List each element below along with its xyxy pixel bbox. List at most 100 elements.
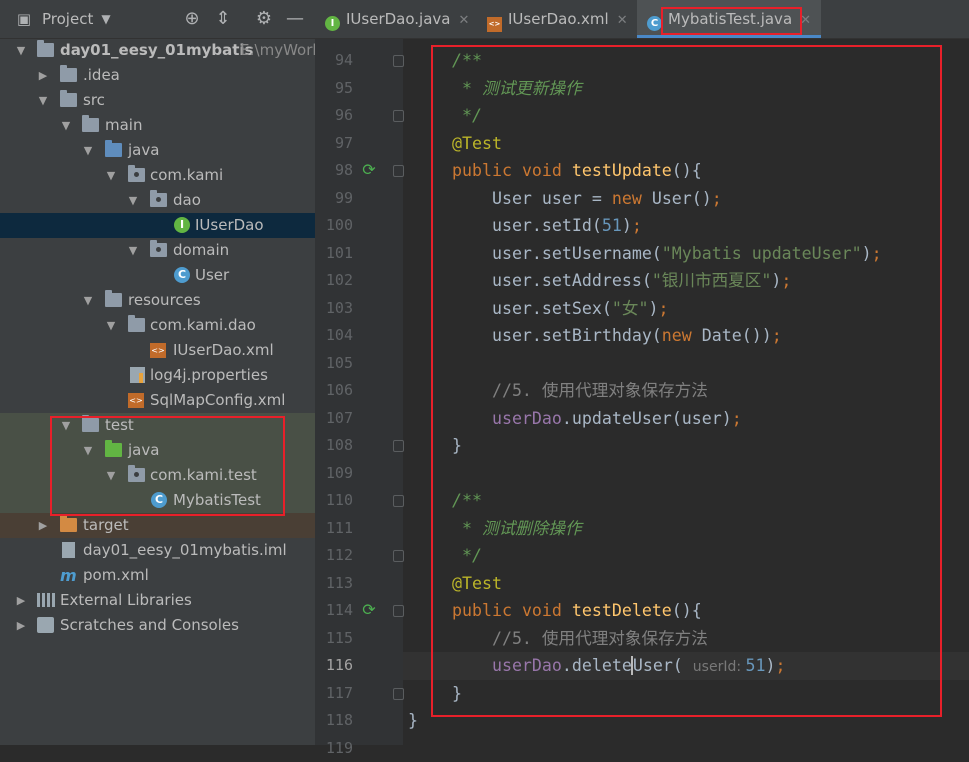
gear-icon[interactable]: ⚙ bbox=[254, 9, 274, 29]
code-line[interactable]: user.setUsername("Mybatis updateUser"); bbox=[452, 240, 882, 268]
chevron-down-icon[interactable]: ▼ bbox=[59, 413, 73, 438]
code-token: .delete bbox=[562, 656, 632, 675]
code-line[interactable]: //5. 使用代理对象保存方法 bbox=[452, 377, 708, 405]
code-line[interactable]: user.setBirthday(new Date()); bbox=[452, 322, 782, 350]
code-line[interactable]: * 测试更新操作 bbox=[452, 75, 582, 103]
code-line[interactable]: //5. 使用代理对象保存方法 bbox=[452, 625, 708, 653]
fold-marker-icon[interactable] bbox=[393, 440, 404, 452]
fold-marker-icon[interactable] bbox=[393, 688, 404, 700]
code-line[interactable]: } bbox=[408, 707, 418, 735]
tab-iuserdao-java[interactable]: IIUserDao.java✕ bbox=[325, 0, 469, 38]
tab-iuserdao-xml[interactable]: <>IUserDao.xml✕ bbox=[487, 0, 628, 38]
tree-item-external-libraries[interactable]: ▶ External Libraries bbox=[0, 588, 315, 613]
tree-item-domain[interactable]: ▼ domain bbox=[0, 238, 315, 263]
line-number: 102 bbox=[303, 267, 353, 295]
minimize-icon[interactable]: — bbox=[285, 9, 305, 29]
chevron-down-icon[interactable]: ▼ bbox=[81, 438, 95, 463]
close-icon[interactable]: ✕ bbox=[617, 13, 628, 28]
chevron-right-icon[interactable]: ▶ bbox=[14, 588, 28, 613]
project-view-title[interactable]: Project bbox=[42, 10, 93, 28]
code-token: //5. 使用代理对象保存方法 bbox=[452, 629, 708, 648]
tree-item-pom[interactable]: m pom.xml bbox=[0, 563, 315, 588]
code-token: user.setBirthday( bbox=[452, 326, 662, 345]
chevron-right-icon[interactable]: ▶ bbox=[14, 613, 28, 638]
tree-item-log4j[interactable]: log4j.properties bbox=[0, 363, 315, 388]
chevron-down-icon[interactable]: ▼ bbox=[81, 138, 95, 163]
tree-item-sqlmapconfig[interactable]: <> SqlMapConfig.xml bbox=[0, 388, 315, 413]
code-line[interactable]: /** bbox=[452, 487, 482, 515]
chevron-down-icon[interactable]: ▼ bbox=[59, 113, 73, 138]
chevron-right-icon[interactable]: ▶ bbox=[36, 513, 50, 538]
tab-mybatistest-java[interactable]: CMybatisTest.java✕ bbox=[637, 0, 821, 38]
code-line[interactable]: @Test bbox=[452, 130, 502, 158]
code-line[interactable]: user.setSex("女"); bbox=[452, 295, 668, 323]
code-line[interactable]: public void testUpdate(){ bbox=[452, 157, 702, 185]
tree-item-com-kami-dao[interactable]: ▼ com.kami.dao bbox=[0, 313, 315, 338]
tree-item-scratches[interactable]: ▶ Scratches and Consoles bbox=[0, 613, 315, 638]
code-token: userDao bbox=[452, 656, 562, 675]
run-test-icon[interactable]: ⟳ bbox=[360, 161, 378, 179]
run-test-icon[interactable]: ⟳ bbox=[360, 601, 378, 619]
close-icon[interactable]: ✕ bbox=[458, 13, 469, 28]
chevron-right-icon[interactable]: ▶ bbox=[36, 63, 50, 88]
close-icon[interactable]: ✕ bbox=[800, 13, 811, 28]
tree-item-label: Scratches and Consoles bbox=[60, 613, 239, 638]
fold-marker-icon[interactable] bbox=[393, 165, 404, 177]
tree-item-main[interactable]: ▼ main bbox=[0, 113, 315, 138]
chevron-down-icon[interactable]: ▼ bbox=[126, 188, 140, 213]
tree-item-src[interactable]: ▼ src bbox=[0, 88, 315, 113]
folder-icon bbox=[128, 318, 145, 332]
collapse-all-icon[interactable]: ⇕ bbox=[213, 9, 233, 29]
package-icon bbox=[150, 243, 167, 257]
package-icon bbox=[128, 168, 145, 182]
code-line[interactable]: User user = new User(); bbox=[452, 185, 722, 213]
tree-item-iuserdao[interactable]: I IUserDao bbox=[0, 213, 315, 238]
code-line[interactable]: userDao.updateUser(user); bbox=[452, 405, 742, 433]
tree-item-test[interactable]: ▼ test bbox=[0, 413, 315, 438]
chevron-down-icon[interactable]: ▼ bbox=[104, 163, 118, 188]
tree-item-main-java[interactable]: ▼ java bbox=[0, 138, 315, 163]
chevron-down-icon[interactable]: ▼ bbox=[104, 463, 118, 488]
code-token: (){ bbox=[672, 601, 702, 620]
code-line[interactable]: */ bbox=[452, 542, 482, 570]
chevron-down-icon[interactable]: ▼ bbox=[14, 38, 28, 63]
tree-item-target[interactable]: ▶ target bbox=[0, 513, 315, 538]
tree-item-dao[interactable]: ▼ dao bbox=[0, 188, 315, 213]
code-line[interactable]: public void testDelete(){ bbox=[452, 597, 702, 625]
code-line[interactable]: */ bbox=[452, 102, 482, 130]
chevron-down-icon[interactable]: ▼ bbox=[36, 88, 50, 113]
code-line[interactable]: } bbox=[452, 680, 462, 708]
code-line[interactable]: * 测试删除操作 bbox=[452, 515, 582, 543]
code-token: ) bbox=[771, 271, 781, 290]
chevron-down-icon[interactable]: ▼ bbox=[126, 238, 140, 263]
fold-marker-icon[interactable] bbox=[393, 110, 404, 122]
tree-item-idea[interactable]: ▶ .idea bbox=[0, 63, 315, 88]
code-line[interactable]: user.setAddress("银川市西夏区"); bbox=[452, 267, 791, 295]
chevron-down-icon[interactable]: ▼ bbox=[104, 313, 118, 338]
project-view-icon[interactable]: ▣ bbox=[14, 9, 34, 29]
fold-marker-icon[interactable] bbox=[393, 495, 404, 507]
tree-item-iuserdao-xml[interactable]: <> IUserDao.xml bbox=[0, 338, 315, 363]
code-token: "银川市西夏区" bbox=[652, 271, 772, 290]
fold-marker-icon[interactable] bbox=[393, 605, 404, 617]
code-line[interactable]: @Test bbox=[452, 570, 502, 598]
tree-item-resources[interactable]: ▼ resources bbox=[0, 288, 315, 313]
fold-marker-icon[interactable] bbox=[393, 550, 404, 562]
tree-item-test-java[interactable]: ▼ java bbox=[0, 438, 315, 463]
tree-item-iml[interactable]: day01_eesy_01mybatis.iml bbox=[0, 538, 315, 563]
chevron-down-icon[interactable]: ▼ bbox=[81, 288, 95, 313]
code-token: * 测试更新操作 bbox=[452, 79, 582, 98]
line-number: 109 bbox=[303, 460, 353, 488]
code-line[interactable]: userDao.deleteUser( userId: 51); bbox=[452, 652, 786, 680]
code-line[interactable]: } bbox=[452, 432, 462, 460]
tree-item-com-kami-test[interactable]: ▼ com.kami.test bbox=[0, 463, 315, 488]
tree-item-mybatistest[interactable]: C MybatisTest bbox=[0, 488, 315, 513]
tree-item-project-root[interactable]: ▼ day01_eesy_01mybatis E:\myWork bbox=[0, 38, 315, 63]
code-line[interactable]: /** bbox=[452, 47, 482, 75]
tree-item-com-kami[interactable]: ▼ com.kami bbox=[0, 163, 315, 188]
fold-marker-icon[interactable] bbox=[393, 55, 404, 67]
chevron-down-icon[interactable]: ▼ bbox=[96, 9, 116, 29]
code-line[interactable]: user.setId(51); bbox=[452, 212, 642, 240]
locate-crosshair-icon[interactable]: ⊕ bbox=[182, 9, 202, 29]
tree-item-user[interactable]: C User bbox=[0, 263, 315, 288]
